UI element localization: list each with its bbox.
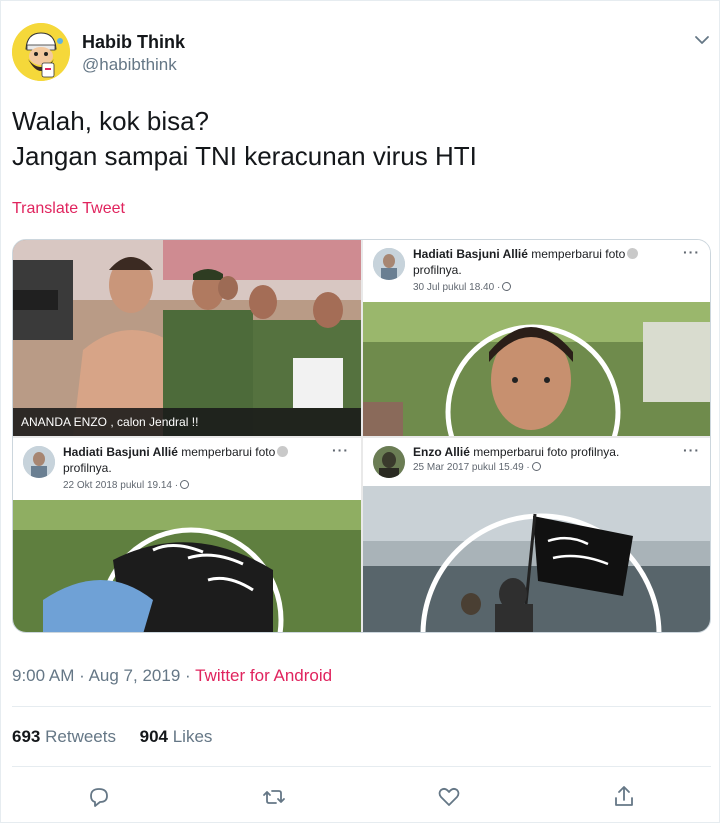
- caption-bar: ANANDA ENZO , calon Jendral !!: [13, 408, 361, 436]
- tweet-text: Walah, kok bisa? Jangan sampai TNI kerac…: [12, 104, 477, 174]
- fb-date-text: 25 Mar 2017 pukul 15.49 ·: [413, 462, 530, 473]
- tweet-text-line: Jangan sampai TNI keracunan virus HTI: [12, 141, 477, 171]
- globe-icon: [502, 282, 512, 291]
- divider: [12, 706, 711, 707]
- fb-user-name: Enzo Allié: [413, 445, 470, 459]
- fb-post-date: 30 Jul pukul 18.40 ·: [413, 282, 512, 293]
- fb-post-date: 22 Okt 2018 pukul 19.14 ·: [63, 480, 190, 491]
- user-handle[interactable]: @habibthink: [82, 55, 177, 75]
- badge-icon: [627, 248, 639, 259]
- fb-action-text-cont: profilnya.: [413, 263, 462, 277]
- fb-post-header: Hadiati Basjuni Allié memperbarui foto p…: [13, 438, 361, 500]
- separator: ·: [79, 666, 85, 685]
- fb-avatar: [23, 446, 55, 478]
- retweet-icon[interactable]: [261, 784, 287, 810]
- media-photo-3[interactable]: Hadiati Basjuni Allié memperbarui foto p…: [13, 438, 361, 632]
- fb-post-header: Hadiati Basjuni Allié memperbarui foto p…: [363, 240, 710, 302]
- tweet-meta: 9:00 AM · Aug 7, 2019 · Twitter for Andr…: [12, 666, 332, 686]
- globe-icon: [531, 462, 541, 471]
- flag-photo: [13, 500, 361, 632]
- divider: [12, 766, 711, 767]
- like-icon[interactable]: [436, 784, 462, 810]
- tweet-stats: 693 Retweets 904 Likes: [12, 727, 212, 747]
- portrait-photo: [363, 302, 710, 436]
- likes-count: 904: [139, 727, 168, 746]
- tweet-source-link[interactable]: Twitter for Android: [195, 666, 332, 685]
- badge-icon: [277, 446, 289, 457]
- more-options-icon: ···: [332, 442, 349, 458]
- media-photo-1[interactable]: ANANDA ENZO , calon Jendral !!: [13, 240, 361, 436]
- ceremony-photo: [13, 240, 361, 436]
- more-options-icon: ···: [683, 442, 700, 458]
- fb-action-text: memperbarui foto profilnya.: [473, 445, 620, 459]
- media-grid[interactable]: ANANDA ENZO , calon Jendral !! Hadiati B…: [12, 239, 711, 633]
- globe-icon: [180, 480, 190, 489]
- chevron-down-icon[interactable]: [691, 29, 713, 51]
- translate-tweet-link[interactable]: Translate Tweet: [12, 200, 125, 218]
- fb-date-text: 22 Okt 2018 pukul 19.14 ·: [63, 480, 179, 491]
- fb-user-name: Hadiati Basjuni Allié: [413, 247, 528, 261]
- retweets-label: Retweets: [45, 727, 116, 746]
- retweets-count: 693: [12, 727, 41, 746]
- more-options-icon: ···: [683, 244, 700, 260]
- beach-flag-photo: [363, 486, 710, 632]
- tweet-date[interactable]: Aug 7, 2019: [89, 666, 181, 685]
- tweet-text-line: Walah, kok bisa?: [12, 106, 210, 136]
- fb-post-date: 25 Mar 2017 pukul 15.49 ·: [413, 462, 541, 473]
- tweet-time[interactable]: 9:00 AM: [12, 666, 74, 685]
- photo-caption: ANANDA ENZO , calon Jendral !!: [21, 415, 199, 429]
- reply-icon[interactable]: [86, 784, 112, 810]
- avatar[interactable]: [12, 23, 70, 81]
- fb-post-title: Hadiati Basjuni Allié memperbarui foto p…: [413, 246, 639, 278]
- fb-user-name: Hadiati Basjuni Allié: [63, 445, 178, 459]
- separator: ·: [185, 666, 191, 685]
- fb-date-text: 30 Jul pukul 18.40 ·: [413, 282, 501, 293]
- likes-stat[interactable]: 904 Likes: [140, 727, 213, 746]
- fb-action-text-cont: profilnya.: [63, 461, 112, 475]
- fb-action-text: memperbarui foto: [181, 445, 276, 459]
- fb-avatar: [373, 446, 405, 478]
- retweets-stat[interactable]: 693 Retweets: [12, 727, 116, 746]
- fb-post-title: Enzo Allié memperbarui foto profilnya.: [413, 444, 619, 460]
- media-photo-4[interactable]: Enzo Allié memperbarui foto profilnya. 2…: [363, 438, 710, 632]
- fb-action-text: memperbarui foto: [531, 247, 626, 261]
- fb-post-title: Hadiati Basjuni Allié memperbarui foto p…: [63, 444, 289, 476]
- share-icon[interactable]: [611, 784, 637, 810]
- media-photo-2[interactable]: Hadiati Basjuni Allié memperbarui foto p…: [363, 240, 710, 436]
- tweet-card: Habib Think @habibthink Walah, kok bisa?…: [0, 0, 720, 823]
- likes-label: Likes: [172, 727, 213, 746]
- fb-avatar: [373, 248, 405, 280]
- display-name[interactable]: Habib Think: [82, 32, 185, 53]
